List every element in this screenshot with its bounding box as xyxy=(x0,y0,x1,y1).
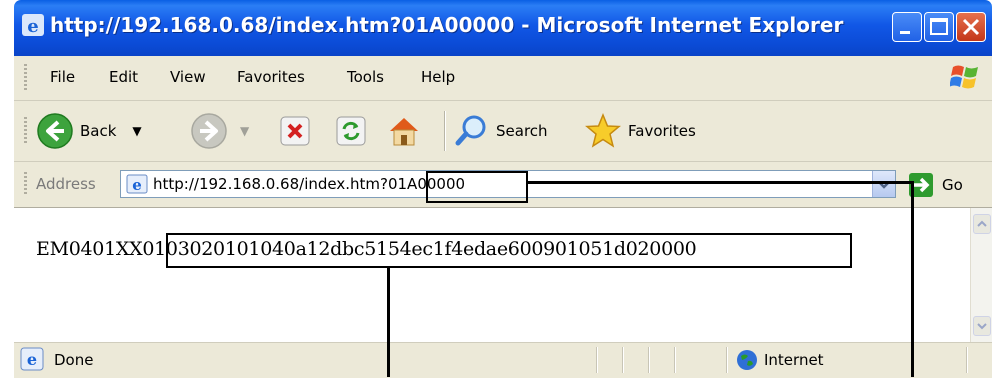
chevron-down-icon xyxy=(977,323,987,330)
menu-help[interactable]: Help xyxy=(421,68,455,86)
svg-text:e: e xyxy=(27,16,38,36)
home-button[interactable] xyxy=(386,111,422,151)
page-content: EM0401XX0103020101040a12dbc5154ec1f4edae… xyxy=(14,208,970,342)
payload-leader-line xyxy=(387,268,390,377)
title-bar[interactable]: e http://192.168.0.68/index.htm?01A00000… xyxy=(14,0,992,56)
search-label: Search xyxy=(496,122,548,140)
status-bar: e Done Internet xyxy=(14,342,992,378)
menu-edit[interactable]: Edit xyxy=(109,68,138,86)
address-label: Address xyxy=(36,175,96,193)
scroll-up-button[interactable] xyxy=(973,214,991,234)
internet-globe-icon xyxy=(737,350,757,370)
toolbar-grip[interactable] xyxy=(24,117,27,145)
favorites-button[interactable]: Favorites xyxy=(584,111,696,151)
chevron-up-icon xyxy=(977,220,987,227)
search-button[interactable]: Search xyxy=(454,111,548,151)
search-icon xyxy=(455,115,486,146)
menu-bar: File Edit View Favorites Tools Help xyxy=(14,56,992,101)
url-leader-line xyxy=(528,181,914,184)
minimize-icon xyxy=(900,31,910,34)
chevron-down-icon xyxy=(878,181,890,189)
security-zone: Internet xyxy=(764,351,824,369)
stop-icon xyxy=(280,116,310,146)
toolbar-separator xyxy=(444,111,446,151)
response-payload-highlight xyxy=(166,233,852,268)
menu-view[interactable]: View xyxy=(170,68,206,86)
svg-text:e: e xyxy=(132,176,142,194)
go-button[interactable]: Go xyxy=(908,172,963,198)
status-divider xyxy=(596,347,598,373)
forward-dropdown-icon[interactable]: ▼ xyxy=(240,124,249,138)
windows-logo-icon xyxy=(950,65,978,89)
back-dropdown-icon[interactable]: ▼ xyxy=(132,124,141,138)
page-done-icon: e xyxy=(20,347,44,371)
favorites-label: Favorites xyxy=(628,122,696,140)
menu-grip[interactable] xyxy=(24,64,27,92)
status-text: Done xyxy=(54,351,94,369)
svg-text:e: e xyxy=(27,350,37,369)
menu-file[interactable]: File xyxy=(50,68,75,86)
go-label: Go xyxy=(942,176,963,194)
address-dropdown-button[interactable] xyxy=(872,171,895,197)
maximize-icon xyxy=(930,18,948,35)
forward-button[interactable]: ▼ xyxy=(190,111,249,151)
forward-arrow-icon xyxy=(191,113,227,149)
menu-favorites[interactable]: Favorites xyxy=(237,68,305,86)
status-divider xyxy=(674,347,676,373)
refresh-icon xyxy=(336,116,366,146)
close-icon xyxy=(962,18,980,36)
address-url: http://192.168.0.68/index.htm?01A00000 xyxy=(153,175,466,193)
status-divider xyxy=(622,347,624,373)
status-divider xyxy=(726,347,728,373)
minimize-button[interactable] xyxy=(892,12,922,42)
back-arrow-icon xyxy=(37,113,73,149)
address-grip[interactable] xyxy=(24,172,27,196)
standard-toolbar: Back ▼ ▼ Search Favorites xyxy=(14,101,992,162)
status-divider xyxy=(966,347,968,373)
page-icon: e xyxy=(126,174,148,194)
scroll-down-button[interactable] xyxy=(973,316,991,336)
url-query-highlight xyxy=(426,171,528,203)
back-label: Back xyxy=(80,122,117,140)
favorites-star-icon xyxy=(585,113,621,148)
back-button[interactable]: Back ▼ xyxy=(36,111,142,151)
vertical-scrollbar[interactable] xyxy=(970,208,992,342)
refresh-button[interactable] xyxy=(336,111,366,151)
url-leader-line-vertical xyxy=(911,181,914,377)
stop-button[interactable] xyxy=(280,111,310,151)
menu-tools[interactable]: Tools xyxy=(347,68,384,86)
status-divider xyxy=(648,347,650,373)
home-icon xyxy=(390,118,418,146)
ie-logo-icon: e xyxy=(22,14,44,36)
maximize-button[interactable] xyxy=(924,12,954,42)
close-button[interactable] xyxy=(956,12,986,42)
window-title: http://192.168.0.68/index.htm?01A00000 -… xyxy=(50,13,844,37)
